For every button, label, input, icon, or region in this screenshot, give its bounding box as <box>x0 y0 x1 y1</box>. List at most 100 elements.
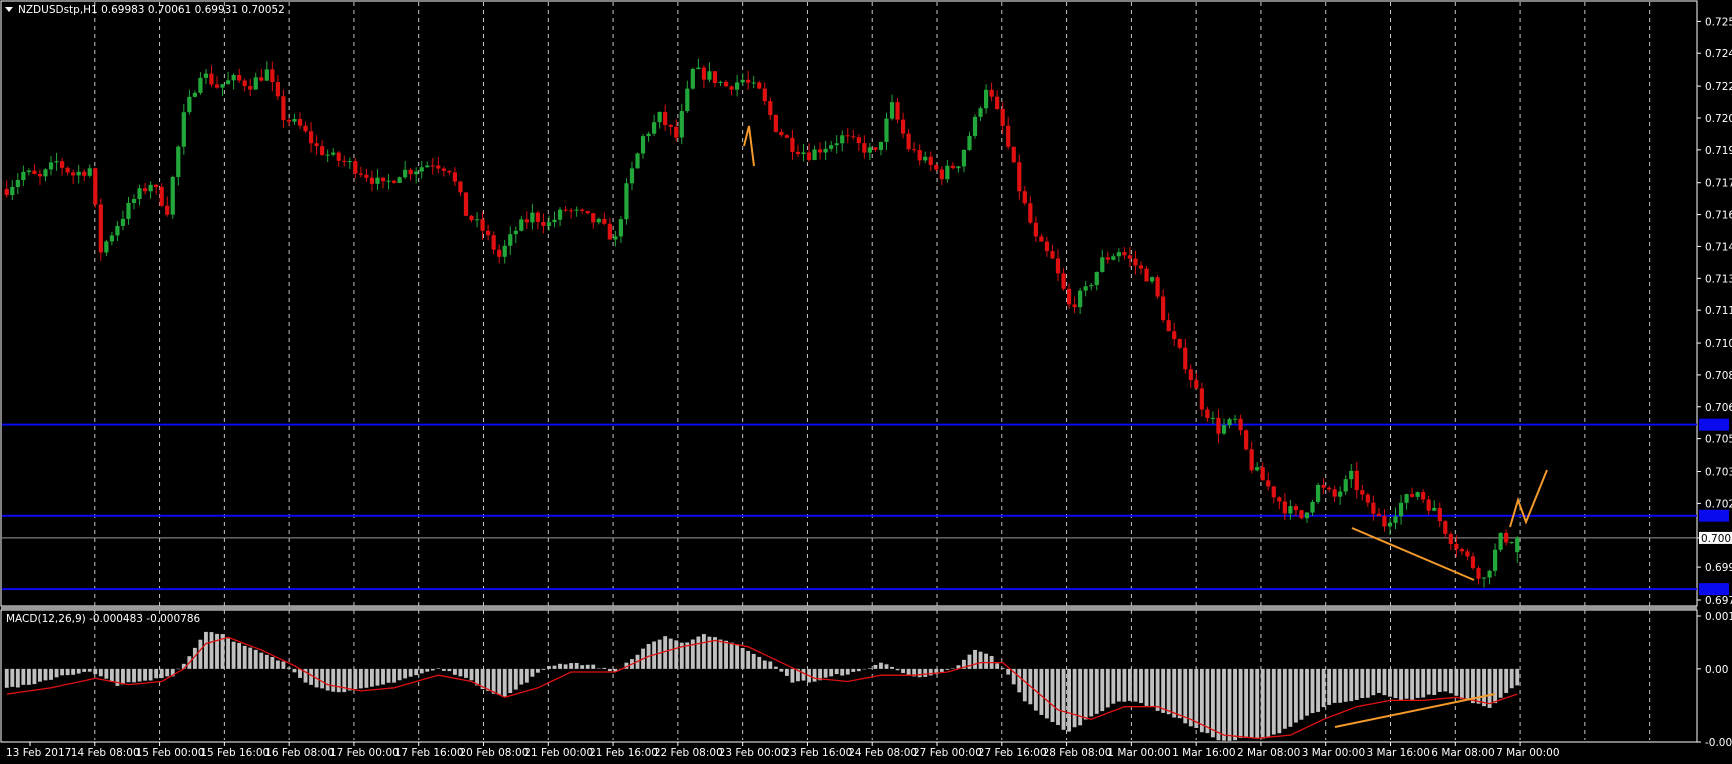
x-tick-label: 22 Feb 08:00 <box>654 747 723 759</box>
candle-body <box>148 184 153 192</box>
macd-histogram-bar <box>209 632 214 669</box>
candle-body <box>176 146 181 177</box>
candle-body <box>640 136 646 154</box>
candle-body <box>740 79 745 83</box>
macd-histogram-bar <box>1371 668 1376 696</box>
candle-body <box>978 108 983 117</box>
candle-body <box>1415 492 1420 497</box>
candle-body <box>1465 551 1470 557</box>
macd-histogram-bar <box>275 660 280 669</box>
macd-histogram-bar <box>1260 668 1265 739</box>
macd-histogram-bar <box>126 668 131 683</box>
candle-body <box>668 124 673 127</box>
macd-histogram-bar <box>1022 668 1027 702</box>
macd-histogram-bar <box>563 664 568 669</box>
macd-histogram-bar <box>10 668 15 687</box>
candle-body <box>1205 409 1210 419</box>
candle-body <box>867 147 872 153</box>
macd-histogram-bar <box>325 668 330 691</box>
macd-histogram-bar <box>829 668 834 677</box>
candle-body <box>546 222 552 226</box>
candle-body <box>574 209 579 211</box>
candle-body <box>214 84 220 88</box>
candle-body <box>37 173 43 177</box>
macd-histogram-bar <box>464 668 468 678</box>
candle-body <box>87 168 92 176</box>
macd-histogram-bar <box>779 668 784 672</box>
candle-body <box>950 165 955 169</box>
candle-body <box>98 204 103 253</box>
candle-body <box>1437 507 1442 522</box>
candle-body <box>480 219 485 231</box>
candle-body <box>1338 491 1343 497</box>
candle-body <box>1000 108 1005 126</box>
candle-body <box>878 141 884 150</box>
macd-histogram-bar <box>1399 668 1403 700</box>
macd-histogram-bar <box>1127 668 1132 701</box>
candle-body <box>375 177 380 184</box>
candle-body <box>1039 236 1044 242</box>
candle-body <box>679 111 684 138</box>
macd-histogram-bar <box>1144 668 1149 706</box>
macd-histogram-bar <box>1105 668 1110 708</box>
macd-histogram-bar <box>950 668 955 670</box>
candle-body <box>264 69 269 81</box>
macd-histogram-bar <box>1000 667 1005 669</box>
chart-window[interactable]: 0.72565 0.72410 0.72250 0.72095 0.71940 0.717… <box>0 0 1732 760</box>
candle-body <box>1100 257 1105 272</box>
candle-body <box>1310 501 1315 513</box>
y-tick-label: 0.70845 <box>1705 370 1732 382</box>
macd-histogram-bar <box>845 668 850 675</box>
candle-body <box>286 120 292 122</box>
candle-body <box>364 174 369 178</box>
candle-body <box>397 177 402 183</box>
candle-body <box>1476 568 1481 579</box>
candle-body <box>474 219 480 221</box>
macd-histogram-bar <box>1388 668 1392 697</box>
macd-histogram-bar <box>1244 668 1249 738</box>
candle-body <box>48 162 54 170</box>
panel-separator[interactable] <box>1 606 1697 610</box>
y-tick-label: 0.71315 <box>1705 273 1732 285</box>
candle-body <box>1066 288 1072 305</box>
candle-body <box>663 111 668 125</box>
candle-body <box>1255 467 1260 471</box>
macd-histogram-bar <box>1343 668 1348 702</box>
x-tick-label: 2 Mar 08:00 <box>1237 747 1300 759</box>
x-tick-label: 27 Feb 16:00 <box>978 747 1047 759</box>
candle-body <box>746 79 751 83</box>
macd-histogram-bar <box>331 668 336 692</box>
candle-body <box>829 145 834 149</box>
candle-body <box>1293 506 1299 511</box>
candle-body <box>862 143 867 153</box>
macd-histogram-bar <box>364 668 369 688</box>
macd-histogram-bar <box>1155 668 1160 711</box>
macd-header: MACD(12,26,9) -0.000483 -0.000786 <box>6 613 201 625</box>
candle-body <box>21 171 26 181</box>
macd-histogram-bar <box>596 668 601 670</box>
macd-histogram-bar <box>1227 668 1232 741</box>
candle-body <box>1282 501 1287 514</box>
candle-body <box>1161 296 1166 321</box>
macd-histogram-bar <box>696 636 701 669</box>
x-tick-label: 15 Feb 16:00 <box>200 747 269 759</box>
macd-histogram-bar <box>1039 668 1044 715</box>
candle-body <box>380 177 386 182</box>
level-price-tag <box>1699 418 1729 431</box>
candle-body <box>436 165 441 169</box>
candle-body <box>1028 203 1033 223</box>
macd-histogram-bar <box>530 668 535 677</box>
candle-body <box>1410 494 1415 497</box>
candle-body <box>585 210 590 214</box>
macd-histogram-bar <box>762 660 767 669</box>
candle-body <box>939 169 944 180</box>
macd-histogram-bar <box>159 668 164 679</box>
macd-histogram-bar <box>1299 668 1304 720</box>
macd-histogram-bar <box>851 668 856 672</box>
chart-canvas[interactable]: 0.72565 0.72410 0.72250 0.72095 0.71940 0.717… <box>0 0 1732 760</box>
candle-body <box>790 137 795 152</box>
macd-histogram-bar <box>1045 668 1049 719</box>
candle-body <box>336 152 341 161</box>
macd-histogram-bar <box>1360 668 1365 699</box>
candle-body <box>718 81 723 83</box>
